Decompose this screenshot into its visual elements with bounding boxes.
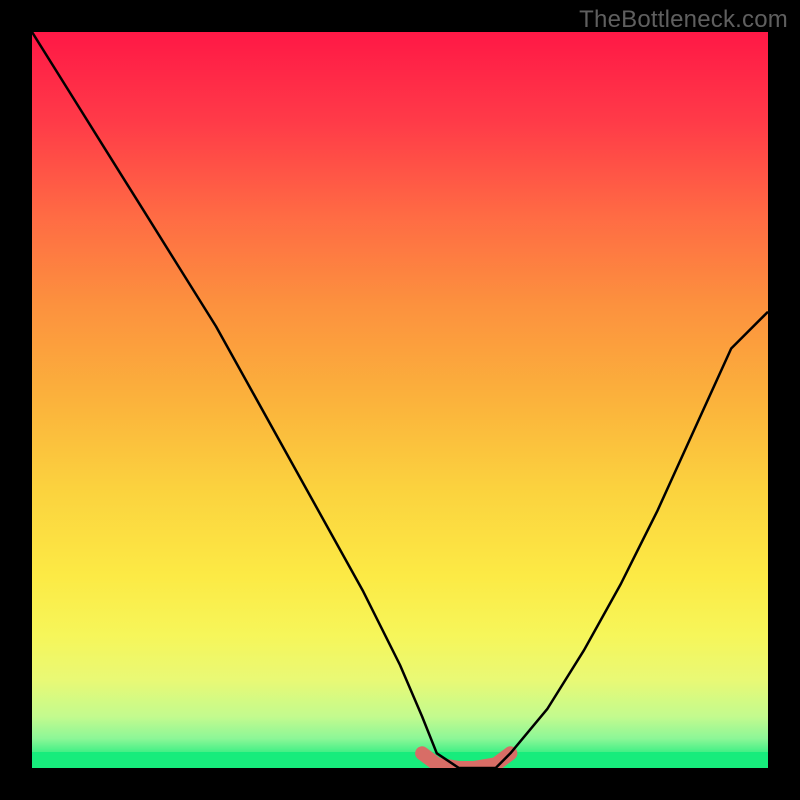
chart-plot-area <box>32 32 768 768</box>
chart-curves-svg <box>32 32 768 768</box>
watermark-text: TheBottleneck.com <box>579 6 788 34</box>
bottleneck-curve <box>32 32 768 768</box>
